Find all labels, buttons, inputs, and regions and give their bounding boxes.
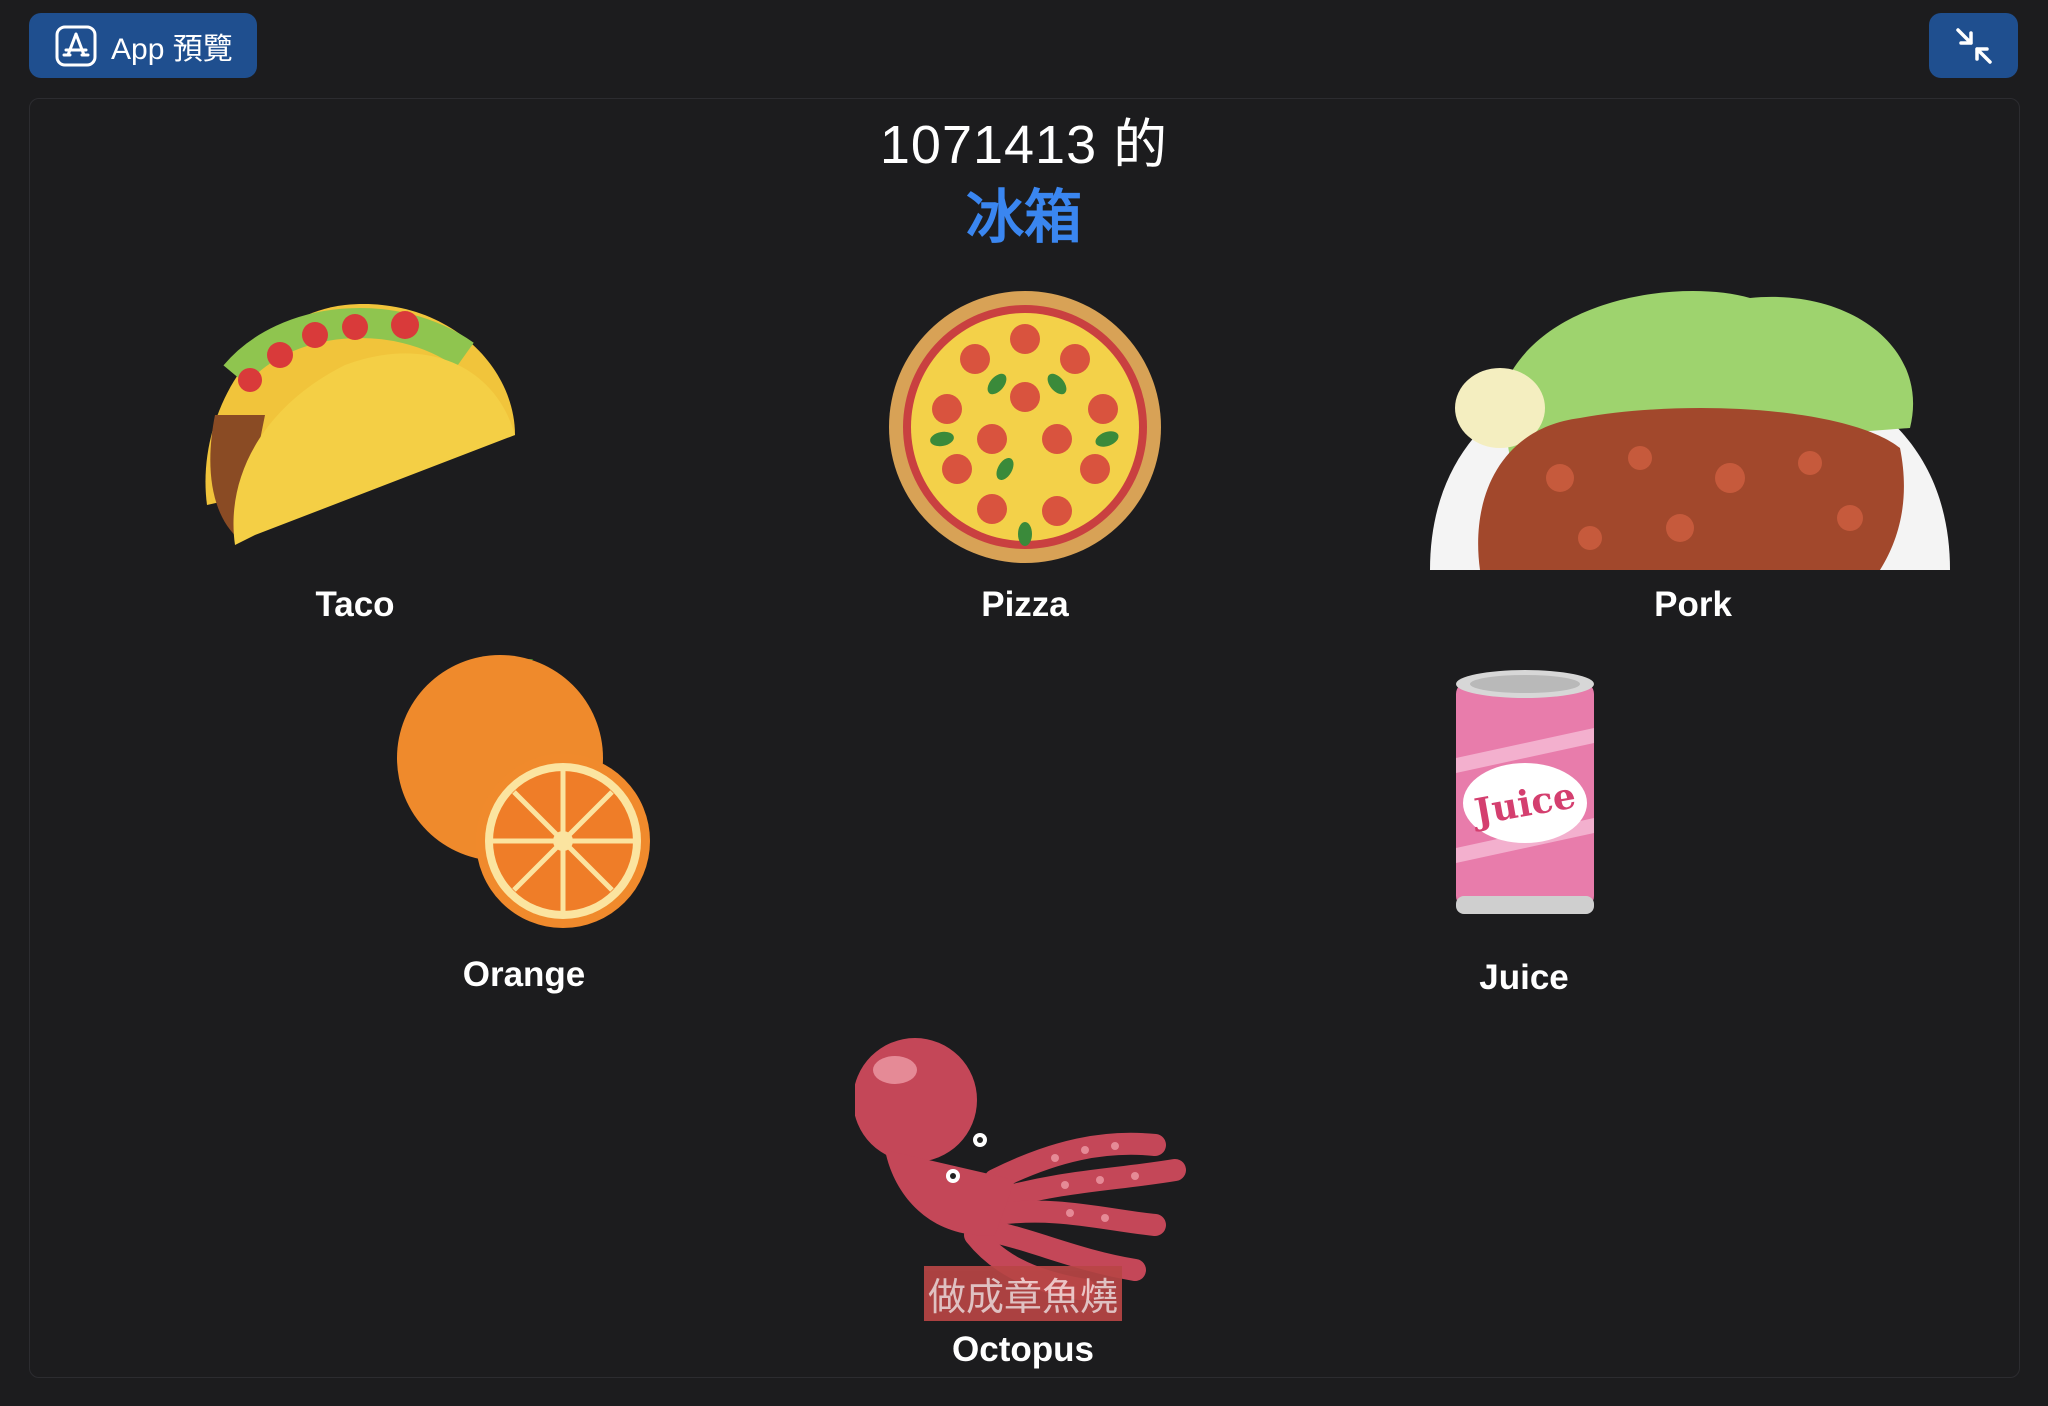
food-label-pizza: Pizza bbox=[981, 585, 1069, 624]
juice-can-icon: Juice bbox=[1456, 670, 1594, 914]
food-label-octopus: Octopus bbox=[952, 1330, 1094, 1369]
food-item-taco[interactable]: Taco bbox=[195, 295, 525, 625]
pork-cutlet-icon bbox=[1430, 291, 1950, 570]
pizza-icon bbox=[889, 291, 1161, 563]
food-item-juice[interactable]: Juice Juice bbox=[1450, 668, 1600, 1000]
food-label-juice: Juice bbox=[1479, 958, 1569, 997]
food-item-octopus[interactable]: 做成章魚燒 Octopus bbox=[855, 1030, 1195, 1375]
food-label-orange: Orange bbox=[462, 955, 586, 994]
food-item-orange[interactable]: Orange bbox=[395, 655, 655, 1000]
octopus-action-tag[interactable]: 做成章魚燒 bbox=[923, 1266, 1123, 1321]
app-preview-button[interactable]: App 預覽 bbox=[29, 13, 257, 78]
food-item-pizza[interactable]: Pizza bbox=[885, 287, 1165, 627]
food-label-pork: Pork bbox=[1654, 585, 1732, 624]
app-preview-label: App 預覽 bbox=[111, 32, 233, 66]
octopus-icon bbox=[855, 1038, 1186, 1300]
app-store-icon bbox=[55, 25, 97, 66]
collapse-button[interactable] bbox=[1929, 13, 2018, 78]
taco-icon bbox=[205, 304, 515, 545]
owner-title: 1071413 的 bbox=[879, 115, 1169, 175]
orange-icon bbox=[397, 655, 650, 928]
collapse-arrows-icon bbox=[1955, 27, 1992, 64]
food-item-pork[interactable]: Pork bbox=[1430, 278, 1950, 628]
fridge-title: 冰箱 bbox=[965, 185, 1082, 250]
food-label-taco: Taco bbox=[315, 585, 395, 624]
